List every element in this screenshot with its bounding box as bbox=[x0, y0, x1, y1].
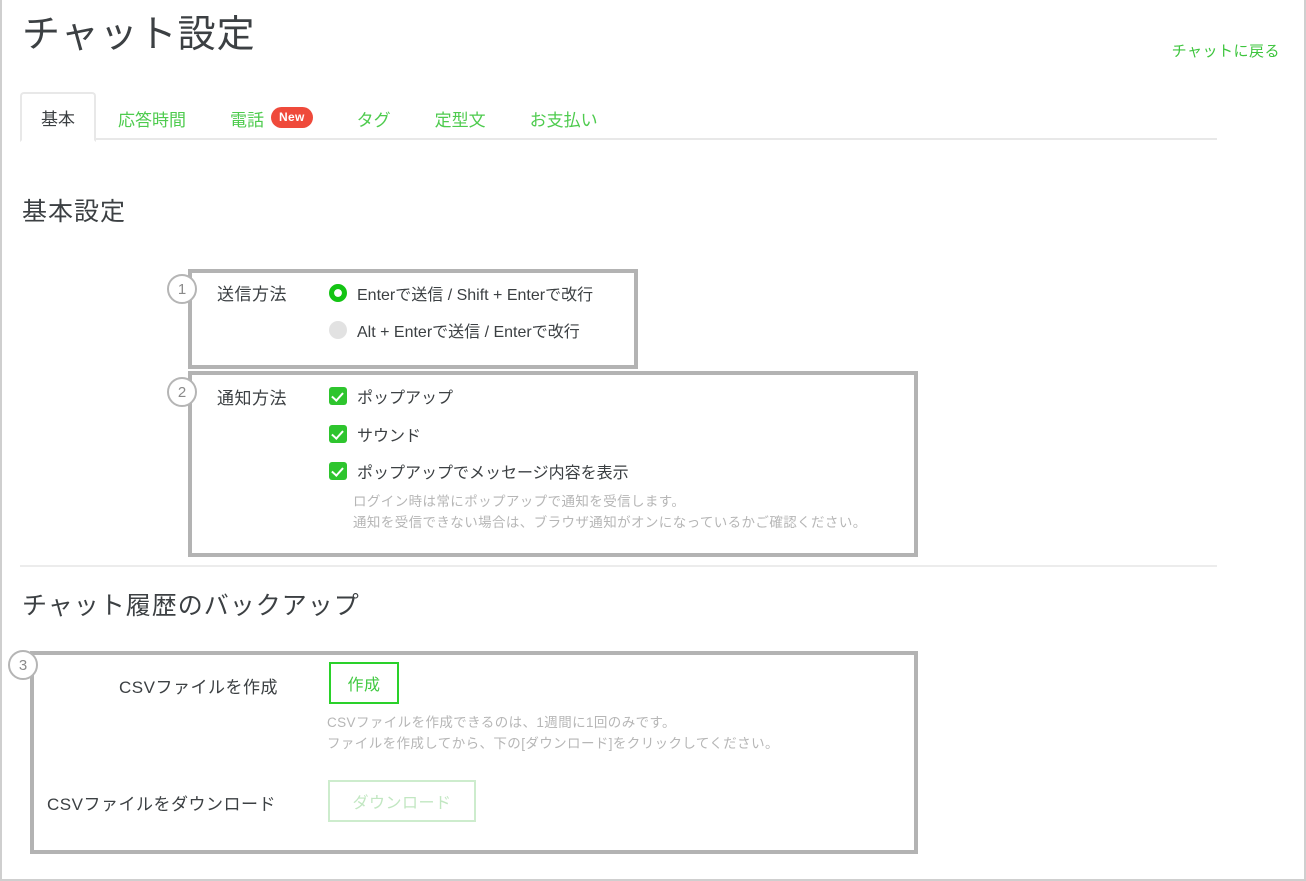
tab-phone[interactable]: 電話 New bbox=[208, 96, 335, 140]
back-to-chat-link[interactable]: チャットに戻る bbox=[1172, 40, 1280, 61]
tab-phone-label: 電話 bbox=[230, 110, 264, 130]
step-marker-1: 1 bbox=[167, 274, 197, 304]
backup-heading: チャット履歴のバックアップ bbox=[22, 592, 360, 620]
tab-response-time[interactable]: 応答時間 bbox=[96, 96, 208, 140]
tab-basic-label: 基本 bbox=[41, 109, 75, 129]
tab-tag-label: タグ bbox=[356, 110, 391, 130]
tab-canned-message[interactable]: 定型文 bbox=[413, 96, 508, 140]
step-marker-3: 3 bbox=[8, 650, 38, 680]
tab-payment-label: お支払い bbox=[529, 110, 598, 130]
page-title: チャット設定 bbox=[22, 14, 256, 56]
tab-payment[interactable]: お支払い bbox=[508, 96, 620, 140]
highlight-box-backup bbox=[30, 651, 918, 854]
step-marker-2: 2 bbox=[167, 377, 197, 407]
chat-settings-page: チャット設定 チャットに戻る 基本 応答時間 電話 New タグ 定型文 お支払… bbox=[0, 0, 1306, 881]
tab-basic[interactable]: 基本 bbox=[20, 92, 96, 142]
tab-response-time-label: 応答時間 bbox=[118, 110, 186, 130]
section-divider bbox=[20, 565, 1217, 567]
tab-canned-message-label: 定型文 bbox=[434, 110, 486, 130]
highlight-box-notification bbox=[188, 371, 918, 557]
highlight-box-send-method bbox=[188, 269, 638, 369]
tab-tag[interactable]: タグ bbox=[335, 96, 413, 140]
settings-tabbar: 基本 応答時間 電話 New タグ 定型文 お支払い bbox=[20, 92, 1217, 142]
basic-settings-heading: 基本設定 bbox=[22, 198, 127, 226]
tab-list: 基本 応答時間 電話 New タグ 定型文 お支払い bbox=[20, 92, 1217, 142]
new-badge: New bbox=[271, 106, 313, 128]
